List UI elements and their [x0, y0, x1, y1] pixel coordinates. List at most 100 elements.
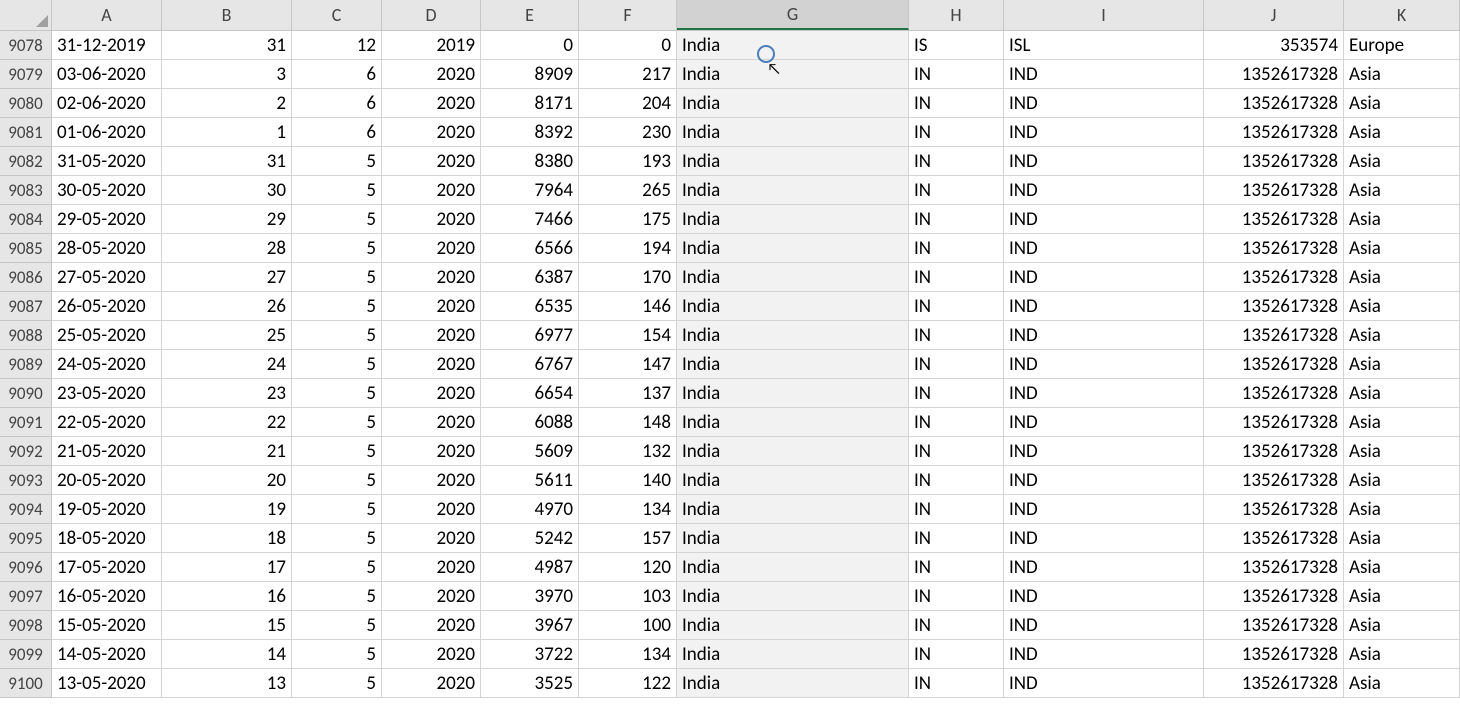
cell[interactable]: 230: [579, 118, 677, 147]
cell[interactable]: 14: [162, 640, 292, 669]
cell[interactable]: India: [677, 466, 909, 495]
cell[interactable]: IN: [909, 263, 1004, 292]
cell[interactable]: 5: [292, 176, 382, 205]
cell[interactable]: IND: [1004, 234, 1204, 263]
cell[interactable]: 15-05-2020: [52, 611, 162, 640]
cell[interactable]: 3970: [481, 582, 579, 611]
cell[interactable]: 6535: [481, 292, 579, 321]
cell[interactable]: IN: [909, 60, 1004, 89]
cell[interactable]: India: [677, 582, 909, 611]
cell[interactable]: India: [677, 553, 909, 582]
cell[interactable]: 154: [579, 321, 677, 350]
cell[interactable]: IND: [1004, 60, 1204, 89]
cell[interactable]: Asia: [1344, 350, 1460, 379]
cell[interactable]: 13: [162, 669, 292, 698]
cell[interactable]: 193: [579, 147, 677, 176]
row-header[interactable]: 9082: [0, 147, 52, 176]
cell[interactable]: IN: [909, 234, 1004, 263]
row-header[interactable]: 9079: [0, 60, 52, 89]
cell[interactable]: 5: [292, 640, 382, 669]
column-header-G[interactable]: G: [677, 0, 909, 30]
cell[interactable]: IN: [909, 118, 1004, 147]
cell[interactable]: 20: [162, 466, 292, 495]
cell[interactable]: 1352617328: [1204, 89, 1344, 118]
cell[interactable]: 137: [579, 379, 677, 408]
cell[interactable]: 100: [579, 611, 677, 640]
cell[interactable]: 6: [292, 89, 382, 118]
cell[interactable]: India: [677, 31, 909, 60]
cell[interactable]: IN: [909, 147, 1004, 176]
cell[interactable]: IN: [909, 408, 1004, 437]
cell[interactable]: 6: [292, 60, 382, 89]
cell[interactable]: 6: [292, 118, 382, 147]
cell[interactable]: IN: [909, 350, 1004, 379]
cell[interactable]: 2020: [382, 118, 481, 147]
cell[interactable]: 28-05-2020: [52, 234, 162, 263]
cell[interactable]: 6654: [481, 379, 579, 408]
cell[interactable]: 18: [162, 524, 292, 553]
cell[interactable]: 1352617328: [1204, 611, 1344, 640]
cell[interactable]: India: [677, 669, 909, 698]
cell[interactable]: 3: [162, 60, 292, 89]
cell[interactable]: 21-05-2020: [52, 437, 162, 466]
cell[interactable]: IN: [909, 292, 1004, 321]
cell[interactable]: 17: [162, 553, 292, 582]
cell[interactable]: 122: [579, 669, 677, 698]
cell[interactable]: Asia: [1344, 89, 1460, 118]
row-header[interactable]: 9090: [0, 379, 52, 408]
cell[interactable]: 2020: [382, 292, 481, 321]
cell[interactable]: 8909: [481, 60, 579, 89]
cell[interactable]: India: [677, 292, 909, 321]
cell[interactable]: IN: [909, 437, 1004, 466]
cell[interactable]: 29: [162, 205, 292, 234]
cell[interactable]: Europe: [1344, 31, 1460, 60]
cell[interactable]: 20-05-2020: [52, 466, 162, 495]
row-header[interactable]: 9092: [0, 437, 52, 466]
cell[interactable]: 204: [579, 89, 677, 118]
cell[interactable]: 21: [162, 437, 292, 466]
cell[interactable]: 16: [162, 582, 292, 611]
cell[interactable]: IND: [1004, 263, 1204, 292]
cell[interactable]: IND: [1004, 176, 1204, 205]
column-header-H[interactable]: H: [909, 0, 1004, 30]
row-header[interactable]: 9089: [0, 350, 52, 379]
cell[interactable]: 0: [579, 31, 677, 60]
cell[interactable]: 28: [162, 234, 292, 263]
cell[interactable]: Asia: [1344, 640, 1460, 669]
cell[interactable]: 2020: [382, 582, 481, 611]
cell[interactable]: 15: [162, 611, 292, 640]
cell[interactable]: 1352617328: [1204, 553, 1344, 582]
cell[interactable]: 2020: [382, 60, 481, 89]
cell[interactable]: 17-05-2020: [52, 553, 162, 582]
cell[interactable]: 8171: [481, 89, 579, 118]
cell[interactable]: 5: [292, 466, 382, 495]
row-header[interactable]: 9096: [0, 553, 52, 582]
row-header[interactable]: 9100: [0, 669, 52, 698]
cell[interactable]: 2020: [382, 234, 481, 263]
row-header[interactable]: 9078: [0, 31, 52, 60]
cell[interactable]: 31: [162, 147, 292, 176]
cell[interactable]: 2019: [382, 31, 481, 60]
cell[interactable]: 2020: [382, 379, 481, 408]
cell[interactable]: 25-05-2020: [52, 321, 162, 350]
cell[interactable]: 132: [579, 437, 677, 466]
cell[interactable]: 1352617328: [1204, 466, 1344, 495]
cell[interactable]: 25: [162, 321, 292, 350]
cell[interactable]: 140: [579, 466, 677, 495]
cell[interactable]: Asia: [1344, 437, 1460, 466]
cell[interactable]: 16-05-2020: [52, 582, 162, 611]
cell[interactable]: IND: [1004, 321, 1204, 350]
row-header[interactable]: 9087: [0, 292, 52, 321]
cell[interactable]: 30: [162, 176, 292, 205]
cell[interactable]: 2: [162, 89, 292, 118]
cell[interactable]: India: [677, 495, 909, 524]
cell[interactable]: 5: [292, 292, 382, 321]
cell[interactable]: 5: [292, 495, 382, 524]
cell[interactable]: IND: [1004, 611, 1204, 640]
cell[interactable]: Asia: [1344, 379, 1460, 408]
cell[interactable]: 353574: [1204, 31, 1344, 60]
row-header[interactable]: 9095: [0, 524, 52, 553]
cell[interactable]: 31-12-2019: [52, 31, 162, 60]
row-header[interactable]: 9099: [0, 640, 52, 669]
cell[interactable]: 8380: [481, 147, 579, 176]
